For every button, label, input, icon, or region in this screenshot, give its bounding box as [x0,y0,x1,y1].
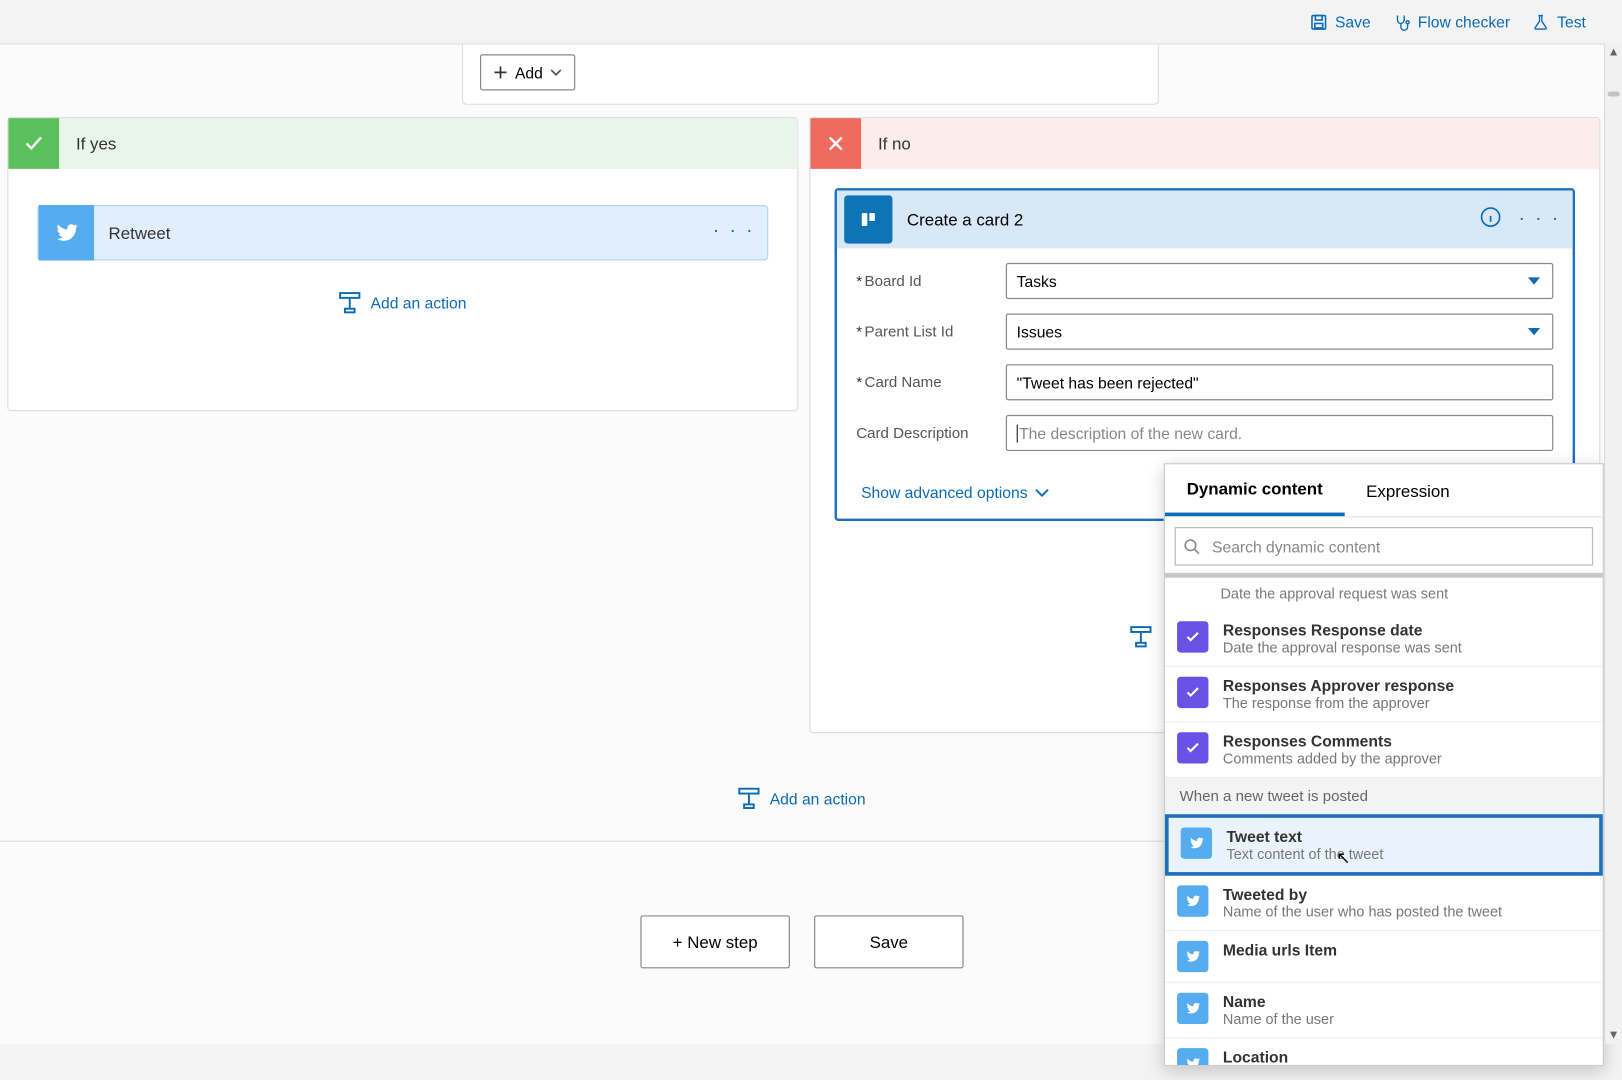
board-id-label: Board Id [856,273,921,290]
trello-icon [844,195,892,243]
topbar: Save Flow checker Test [0,0,1622,43]
add-action-no[interactable] [1130,626,1152,654]
add-action-yes[interactable]: Add an action [8,260,797,344]
insert-icon [738,788,760,810]
approvals-icon [1177,621,1208,652]
scroll-down[interactable]: ▼ [1605,1029,1622,1042]
list-item[interactable]: Location [1165,1038,1603,1066]
close-icon [810,118,861,169]
show-advanced-options[interactable]: Show advanced options [861,484,1049,502]
card-name-input[interactable]: "Tweet has been rejected" [1006,364,1554,400]
board-id-select[interactable]: Tasks [1006,263,1554,299]
flow-checker-button[interactable]: Flow checker [1392,13,1510,31]
list-item[interactable]: Responses Response dateDate the approval… [1165,611,1603,666]
dynamic-search-input[interactable] [1210,536,1585,557]
save-icon [1310,13,1328,31]
plus-icon [493,65,507,79]
parent-list-id-label: Parent List Id [856,323,953,340]
designer-canvas: Add If yes Retweet · · · Add an [0,43,1604,1044]
branch-no-header[interactable]: If no [810,118,1599,169]
action-menu-button[interactable]: · · · [713,221,755,243]
check-icon [8,118,59,169]
create-card-header[interactable]: Create a card 2 · · · [837,191,1573,249]
tab-dynamic-content[interactable]: Dynamic content [1165,464,1344,516]
list-item[interactable]: Responses CommentsComments added by the … [1165,722,1603,777]
card-description-label: Card Description [856,425,968,442]
twitter-icon [1177,941,1208,972]
twitter-icon [1177,885,1208,916]
add-button[interactable]: Add [480,54,575,90]
dynamic-content-list[interactable]: Date the approval request was sent Respo… [1165,573,1603,1066]
scroll-up[interactable]: ▲ [1605,46,1622,59]
list-item-tweet-text[interactable]: Tweet textText content of the tweet [1165,814,1603,876]
twitter-icon [39,205,94,260]
stethoscope-icon [1392,13,1410,31]
chevron-down-icon [550,66,562,78]
info-icon[interactable] [1480,206,1507,234]
dynamic-content-popup: Dynamic content Expression Date the appr… [1164,463,1604,1066]
list-item[interactable]: Responses Approver responseThe response … [1165,667,1603,722]
twitter-icon [1181,827,1212,858]
action-title: Retweet [94,223,170,242]
tab-expression[interactable]: Expression [1344,464,1471,516]
list-item[interactable]: Media urls Item [1165,931,1603,983]
dynamic-search[interactable] [1175,527,1593,566]
list-item[interactable]: NameName of the user [1165,983,1603,1038]
branch-no-title: If no [861,134,911,153]
create-card-menu-button[interactable]: · · · [1506,209,1572,231]
create-card-title: Create a card 2 [892,210,1023,229]
card-name-label: Card Name [856,374,941,391]
chevron-down-icon [1035,485,1049,499]
list-item-desc-partial: Date the approval request was sent [1165,578,1603,612]
new-step-button[interactable]: + New step [640,915,790,968]
save-step-button[interactable]: Save [814,915,964,968]
test-button[interactable]: Test [1532,13,1586,31]
branch-yes-title: If yes [59,134,116,153]
twitter-icon [1177,1048,1208,1066]
search-icon [1183,538,1200,555]
twitter-icon [1177,993,1208,1024]
action-retweet[interactable]: Retweet · · · [37,205,768,260]
scroll-thumb[interactable] [1608,92,1620,97]
branch-yes-header[interactable]: If yes [8,118,797,169]
approvals-icon [1177,677,1208,708]
flask-icon [1532,13,1550,31]
save-button[interactable]: Save [1310,13,1371,31]
parent-list-id-select[interactable]: Issues [1006,314,1554,350]
branch-if-yes: If yes Retweet · · · Add an action [7,117,798,411]
list-group-header: When a new tweet is posted [1165,778,1603,814]
add-step-card: Add [462,45,1159,105]
card-description-input[interactable]: The description of the new card. [1006,415,1554,451]
insert-icon [339,292,361,314]
vertical-scrollbar[interactable]: ▲ ▼ [1604,43,1622,1044]
list-item[interactable]: Tweeted byName of the user who has poste… [1165,876,1603,931]
approvals-icon [1177,732,1208,763]
